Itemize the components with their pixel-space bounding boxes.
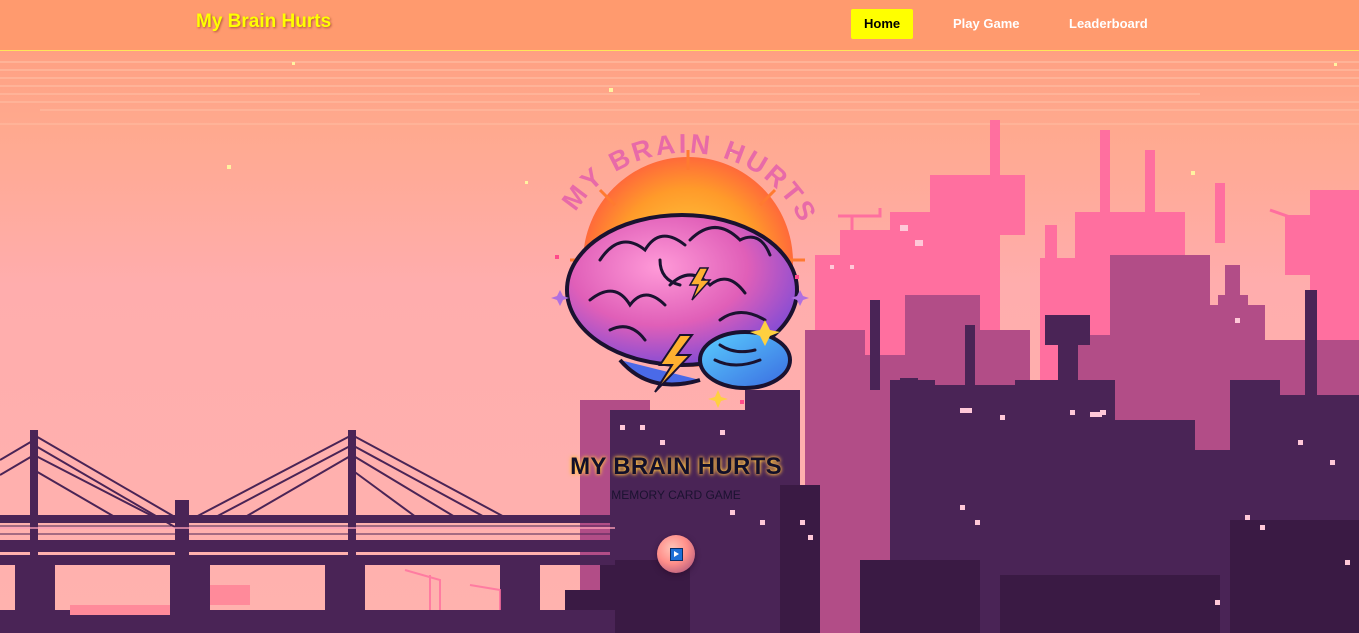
play-music-button[interactable] xyxy=(657,535,695,573)
hero-title: MY BRAIN HURTS xyxy=(570,453,782,480)
brand-logo-text[interactable]: My Brain Hurts xyxy=(196,11,331,33)
play-icon xyxy=(670,548,683,561)
nav-home-link[interactable]: Home xyxy=(851,9,914,39)
nav-play-game-link[interactable]: Play Game xyxy=(940,9,1033,39)
hero-subtitle: MEMORY CARD GAME xyxy=(611,488,741,502)
nav-leaderboard-link[interactable]: Leaderboard xyxy=(1056,9,1161,39)
navbar: My Brain Hurts Home Play Game Leaderboar… xyxy=(0,0,1359,51)
